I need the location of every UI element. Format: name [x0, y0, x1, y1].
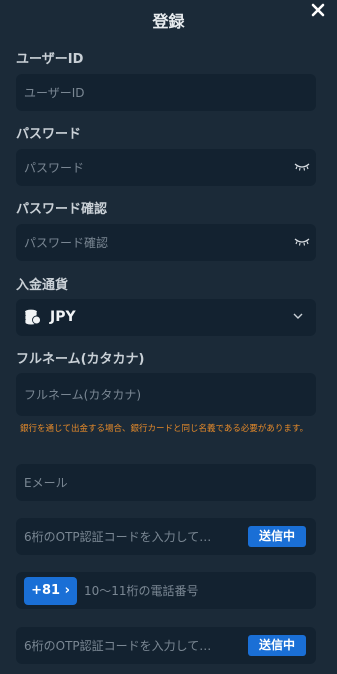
email-otp-input[interactable] — [24, 518, 214, 555]
bank-name-notice: 銀行を通じて出金する場合、銀行カードと同じ名義である必要があります。 — [20, 424, 309, 434]
phone-otp-send-button[interactable]: 送信中 — [248, 635, 306, 656]
currency-label: 入金通貨 — [16, 278, 69, 293]
coins-icon — [24, 309, 41, 326]
katakana-name-field-container — [16, 373, 316, 416]
close-icon[interactable] — [310, 2, 326, 18]
phone-otp-field-container: 送信中 — [16, 627, 316, 664]
katakana-name-input[interactable] — [24, 373, 284, 416]
email-input[interactable] — [24, 464, 284, 501]
password-field-container — [16, 149, 316, 186]
eye-closed-icon[interactable] — [294, 237, 310, 246]
user-id-input[interactable] — [24, 74, 284, 111]
user-id-field-container — [16, 74, 316, 111]
country-code-label: +81 — [31, 583, 61, 598]
currency-selected-value: JPY — [50, 309, 76, 325]
country-code-button[interactable]: +81 › — [24, 577, 77, 605]
chevron-down-icon — [293, 313, 303, 319]
email-field-container — [16, 464, 316, 501]
chevron-right-icon: › — [60, 583, 70, 598]
email-otp-field-container: 送信中 — [16, 518, 316, 555]
currency-select[interactable]: JPY — [16, 299, 316, 336]
email-otp-send-button[interactable]: 送信中 — [248, 526, 306, 547]
page-title: 登録 — [152, 12, 185, 31]
password-input[interactable] — [24, 149, 284, 186]
header: 登録 — [0, 0, 337, 38]
password-label: パスワード — [16, 127, 82, 142]
user-id-label: ユーザーID — [16, 52, 84, 67]
password-confirm-field-container — [16, 224, 316, 261]
katakana-name-label: フルネーム(カタカナ) — [16, 352, 145, 367]
phone-input[interactable] — [84, 572, 304, 609]
phone-otp-input[interactable] — [24, 627, 214, 664]
eye-closed-icon[interactable] — [294, 162, 310, 171]
password-confirm-label: パスワード確認 — [16, 202, 108, 217]
password-confirm-input[interactable] — [24, 224, 284, 261]
phone-field-container: +81 › — [16, 572, 316, 609]
